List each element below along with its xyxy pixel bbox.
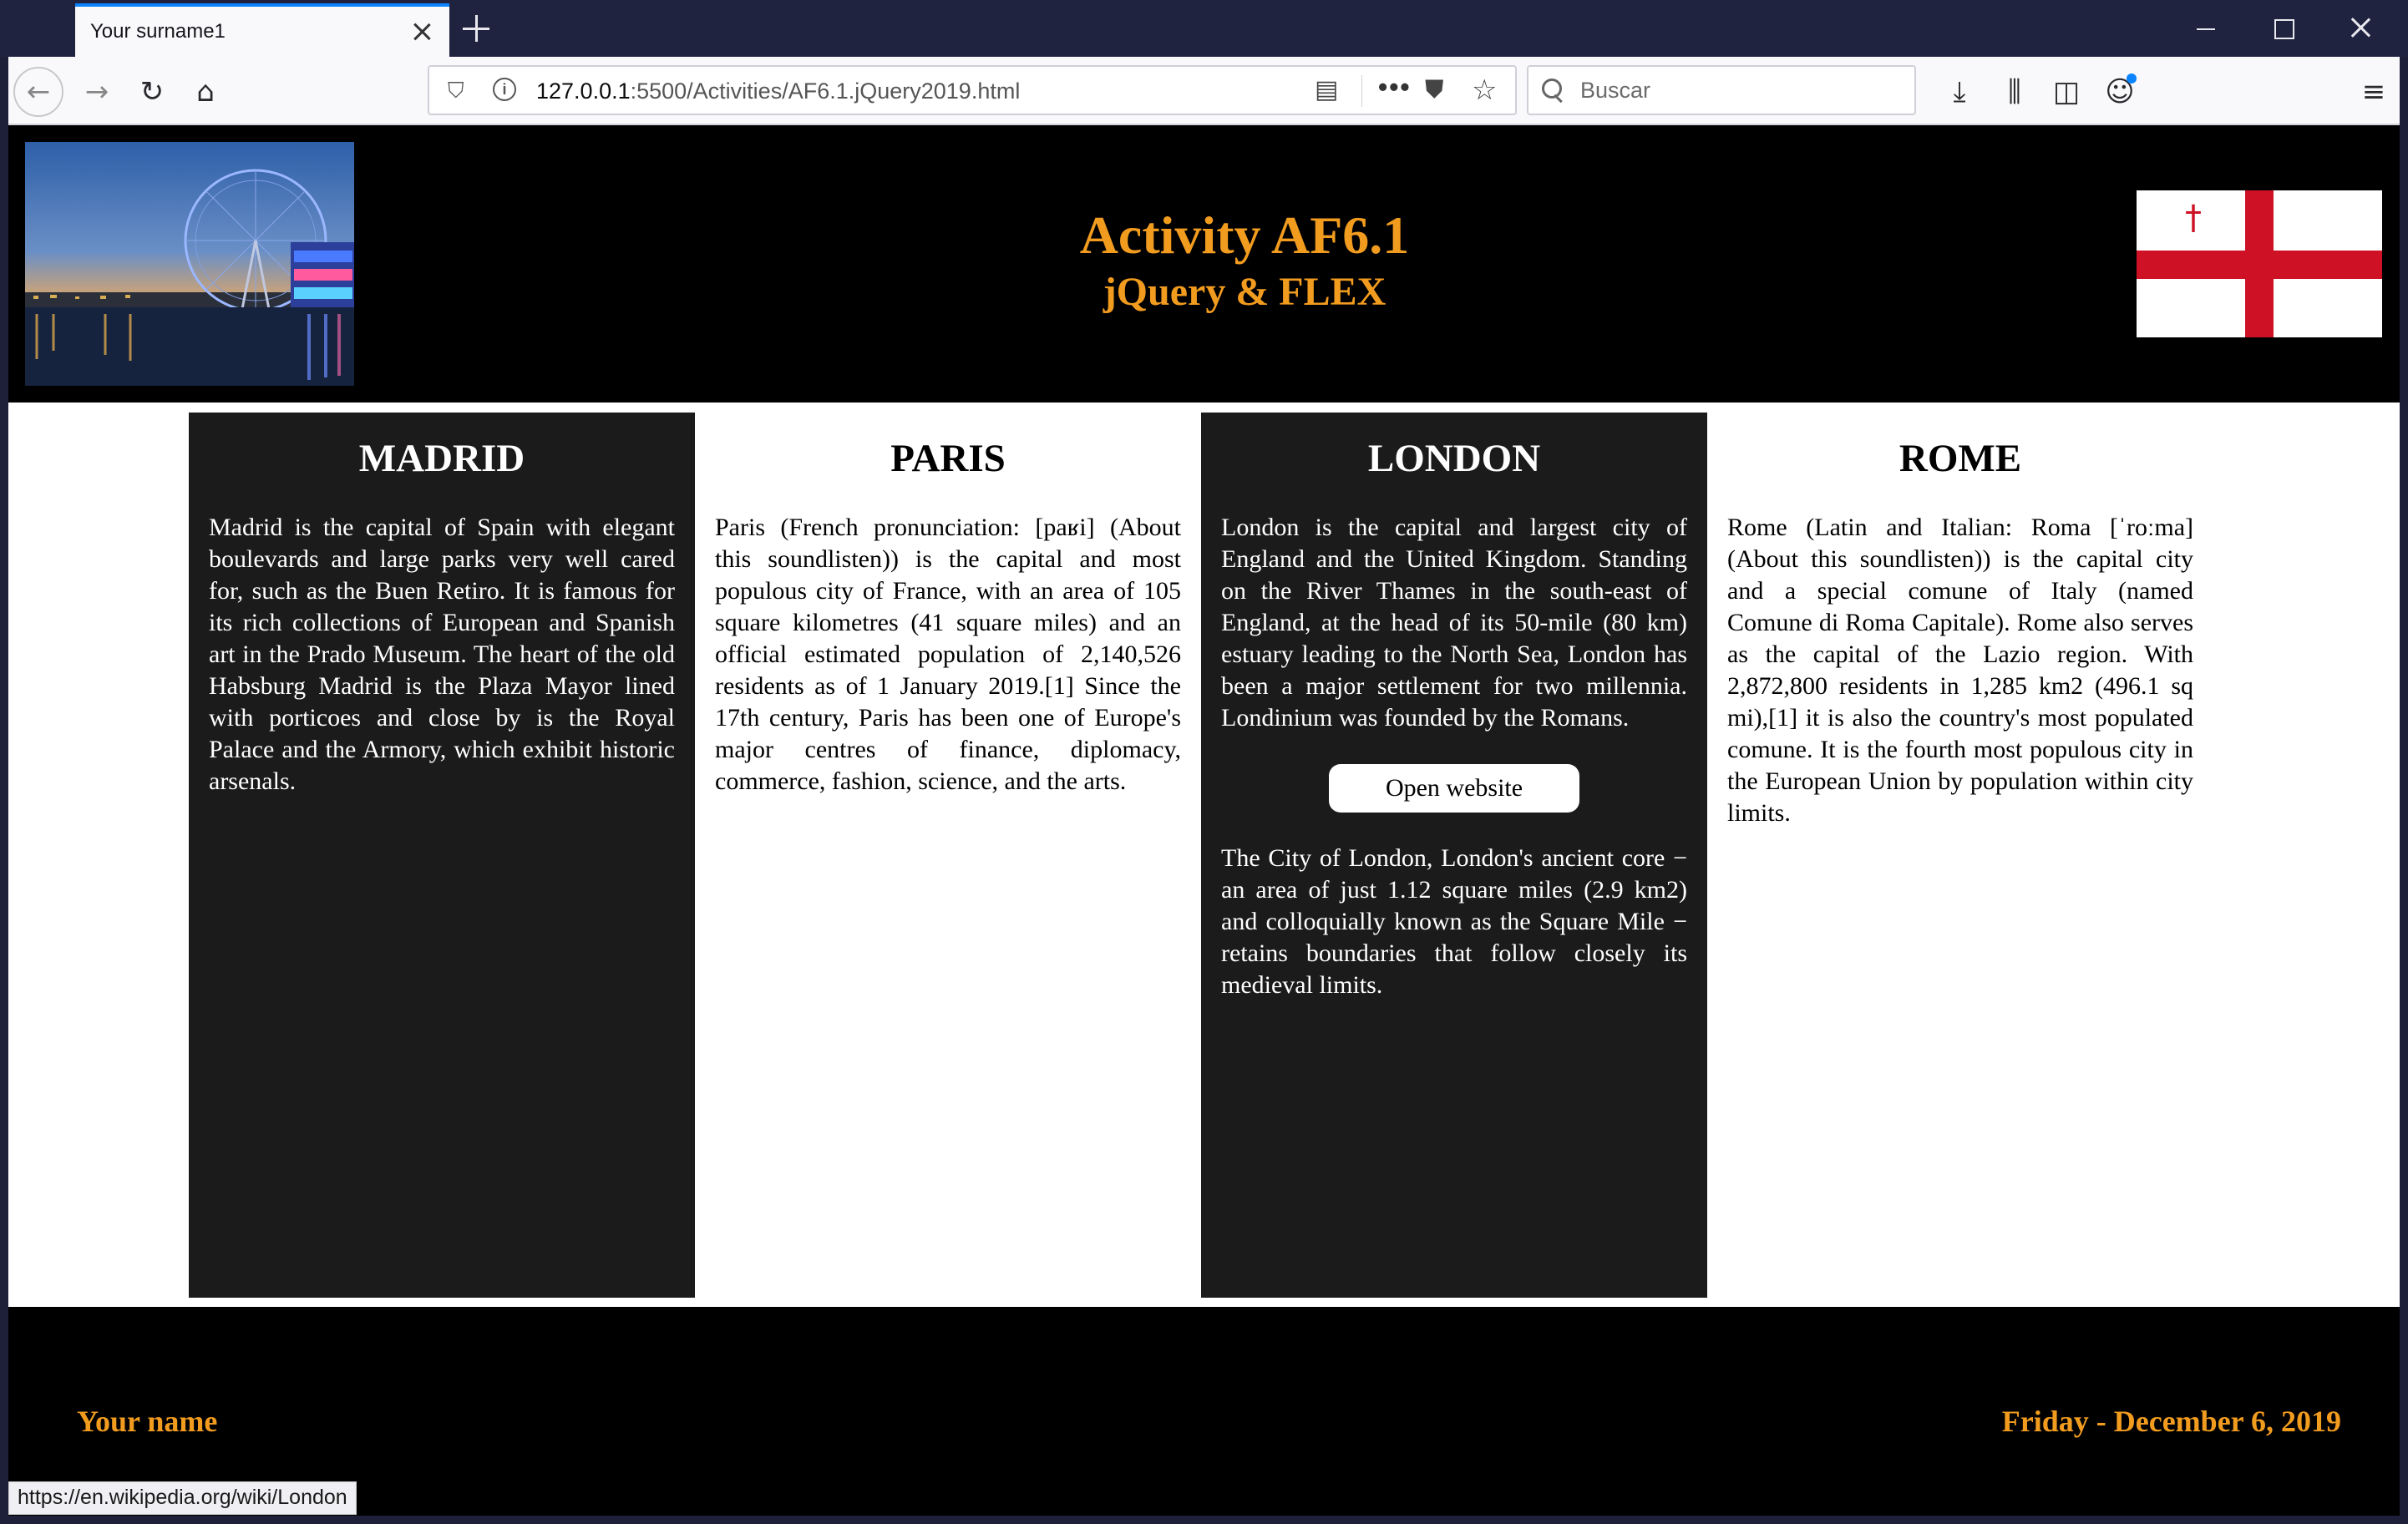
shield-icon[interactable]: ⛉ <box>448 78 464 104</box>
card-title: PARIS <box>890 437 1006 480</box>
london-eye-photo <box>25 142 354 386</box>
close-window-icon[interactable] <box>2344 12 2377 45</box>
menu-icon[interactable]: ≡ <box>2354 72 2394 112</box>
card-paris: PARIS Paris (French pronunciation: [paʁi… <box>695 413 1201 1298</box>
search-bar[interactable] <box>1527 65 1916 115</box>
card-london: LONDON London is the capital and largest… <box>1201 413 1707 1298</box>
page-viewport: Activity AF6.1 jQuery & FLEX † MADRID Ma… <box>8 125 2400 1516</box>
account-icon[interactable]: ☺ <box>2100 72 2140 112</box>
maximize-icon[interactable] <box>2267 12 2300 45</box>
footer-name: Your name <box>77 1405 218 1438</box>
library-icon[interactable]: ⫼ <box>1995 72 2035 112</box>
page-subtitle: jQuery & FLEX <box>1103 270 1387 314</box>
card-text: Rome (Latin and Italian: Roma [ˈroːma] (… <box>1727 514 2193 827</box>
home-icon[interactable]: ⌂ <box>187 73 224 110</box>
card-text-extra: The City of London, London's ancient cor… <box>1221 844 1687 999</box>
address-bar[interactable]: ⛉ i 127.0.0.1:5500/Activities/AF6.1.jQue… <box>428 65 1517 115</box>
card-madrid: MADRID Madrid is the capital of Spain wi… <box>189 413 695 1298</box>
page-header: Activity AF6.1 jQuery & FLEX † <box>8 125 2400 403</box>
tab-title: Your surname1 <box>90 20 226 43</box>
card-text: Paris (French pronunciation: [paʁi] (Abo… <box>715 514 1181 795</box>
url-text[interactable]: 127.0.0.1:5500/Activities/AF6.1.jQuery20… <box>536 78 1020 104</box>
download-icon[interactable]: ⤓ <box>1939 72 1980 112</box>
close-tab-icon[interactable] <box>409 19 434 44</box>
england-flag: † <box>2137 190 2382 337</box>
forward-icon[interactable]: → <box>79 73 115 110</box>
url-separator <box>1361 75 1362 107</box>
sidebar-icon[interactable]: ◫ <box>2046 72 2086 112</box>
browser-tab[interactable]: Your surname1 <box>75 3 449 57</box>
more-actions-icon[interactable]: ••• <box>1378 72 1412 103</box>
back-icon[interactable]: ← <box>13 67 63 117</box>
search-input[interactable] <box>1580 73 1906 107</box>
card-title: MADRID <box>358 437 525 480</box>
status-link-preview: https://en.wikipedia.org/wiki/London <box>8 1481 357 1515</box>
navigation-toolbar: ← → ↻ ⌂ ⛉ i 127.0.0.1:5500/Activities/AF… <box>8 57 2400 125</box>
sword-icon: † <box>2185 199 2202 237</box>
card-text: Madrid is the capital of Spain with eleg… <box>209 514 675 795</box>
card-rome: ROME Rome (Latin and Italian: Roma [ˈroː… <box>1707 413 2213 1298</box>
footer-date: Friday - December 6, 2019 <box>2001 1405 2341 1438</box>
notification-dot <box>2127 73 2137 84</box>
open-website-button[interactable]: Open website <box>1329 764 1579 813</box>
page-title: Activity AF6.1 <box>1079 205 1410 265</box>
city-cards: MADRID Madrid is the capital of Spain wi… <box>189 413 2213 1298</box>
card-title: ROME <box>1899 437 2022 480</box>
page-footer: Your name Friday - December 6, 2019 <box>8 1307 2400 1516</box>
search-icon <box>1542 78 1565 102</box>
card-text: London is the capital and largest city o… <box>1221 514 1687 732</box>
title-bar: Your surname1 <box>0 0 2408 57</box>
new-tab-icon[interactable] <box>461 13 491 43</box>
reader-view-icon[interactable]: ▤ <box>1315 75 1338 104</box>
card-title: LONDON <box>1367 437 1541 480</box>
pocket-icon[interactable]: ⛊ <box>1425 75 1444 104</box>
minimize-icon[interactable] <box>2190 12 2223 45</box>
reload-icon[interactable]: ↻ <box>134 73 170 110</box>
info-icon[interactable]: i <box>493 78 516 101</box>
bookmark-star-icon[interactable]: ☆ <box>1472 73 1497 107</box>
